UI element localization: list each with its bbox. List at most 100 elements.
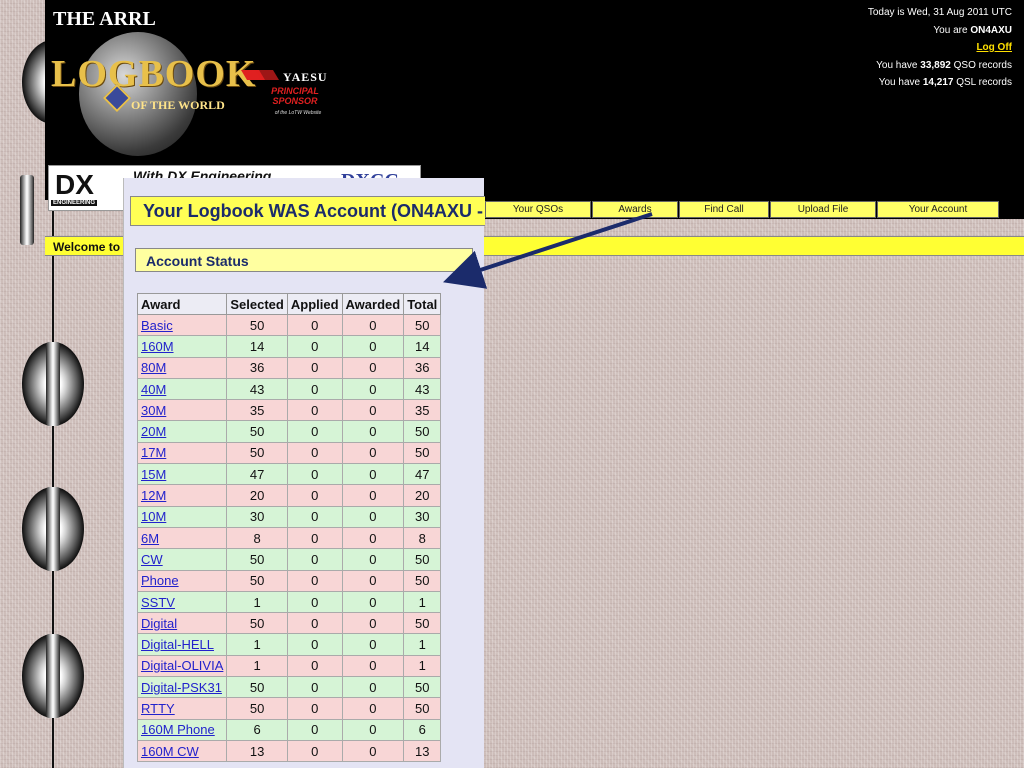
applied-cell: 0 (286, 633, 343, 656)
table-row: 160M CW 13 0 0 13 (136, 739, 442, 763)
applied-cell: 0 (286, 356, 343, 379)
awarded-cell: 0 (341, 505, 405, 528)
selected-cell: 43 (226, 377, 288, 401)
total-cell: 1 (403, 590, 442, 614)
award-cell: 6M (136, 526, 228, 550)
nav-item-awards[interactable]: Awards (592, 201, 678, 218)
selected-cell: 50 (226, 420, 288, 443)
total-cell: 35 (403, 399, 442, 422)
award-link[interactable]: RTTY (141, 701, 175, 716)
table-row: 10M 30 0 0 30 (136, 505, 442, 528)
award-link[interactable]: 17M (141, 445, 166, 460)
arrl-title: THE ARRL (53, 8, 156, 30)
award-link[interactable]: 40M (141, 382, 166, 397)
table-row: Digital 50 0 0 50 (136, 612, 442, 635)
award-cell: Digital-HELL (136, 633, 228, 656)
table-row: 15M 47 0 0 47 (136, 463, 442, 486)
awarded-cell: 0 (341, 569, 405, 592)
dx-engineering-logo: DX ENGINEERING (51, 169, 123, 207)
table-row: 17M 50 0 0 50 (136, 441, 442, 465)
award-link[interactable]: Digital-OLIVIA (141, 658, 223, 673)
award-link[interactable]: 160M (141, 339, 174, 354)
selected-cell: 50 (226, 569, 288, 592)
table-row: Basic 50 0 0 50 (136, 313, 442, 337)
selected-cell: 47 (226, 463, 288, 486)
award-cell: 80M (136, 356, 228, 379)
nav-item-upload-file[interactable]: Upload File (770, 201, 876, 218)
award-link[interactable]: Phone (141, 573, 179, 588)
applied-cell: 0 (286, 590, 343, 614)
award-cell: SSTV (136, 590, 228, 614)
award-link[interactable]: 12M (141, 488, 166, 503)
nav-item-your-qsos[interactable]: Your QSOs (485, 201, 591, 218)
yaesu-logo-icon (241, 70, 279, 80)
applied-cell: 0 (286, 377, 343, 401)
awarded-cell: 0 (341, 676, 405, 699)
award-link[interactable]: 20M (141, 424, 166, 439)
selected-cell: 8 (226, 526, 288, 550)
total-cell: 50 (403, 420, 442, 443)
awarded-cell: 0 (341, 484, 405, 507)
total-cell: 1 (403, 633, 442, 656)
logo-subtitle: OF THE WORLD (131, 98, 225, 112)
selected-cell: 50 (226, 612, 288, 635)
selected-cell: 50 (226, 441, 288, 465)
award-cell: 160M Phone (136, 718, 228, 741)
user-info: Today is Wed, 31 Aug 2011 UTC You are ON… (868, 4, 1012, 92)
table-row: 40M 43 0 0 43 (136, 377, 442, 401)
total-cell: 30 (403, 505, 442, 528)
binder-ring (20, 175, 34, 245)
applied-cell: 0 (286, 654, 343, 678)
applied-cell: 0 (286, 463, 343, 486)
awarded-cell: 0 (341, 633, 405, 656)
award-link[interactable]: 80M (141, 360, 166, 375)
applied-cell: 0 (286, 335, 343, 358)
award-cell: Digital-PSK31 (136, 676, 228, 699)
selected-cell: 1 (226, 633, 288, 656)
award-link[interactable]: 10M (141, 509, 166, 524)
award-link[interactable]: Digital-PSK31 (141, 680, 222, 695)
award-link[interactable]: Basic (141, 318, 173, 333)
table-row: 20M 50 0 0 50 (136, 420, 442, 443)
award-cell: Digital-OLIVIA (136, 654, 228, 678)
award-cell: 40M (136, 377, 228, 401)
applied-cell: 0 (286, 526, 343, 550)
total-cell: 36 (403, 356, 442, 379)
column-header-selected: Selected (226, 293, 288, 315)
award-link[interactable]: 6M (141, 531, 159, 546)
award-link[interactable]: 15M (141, 467, 166, 482)
award-cell: Phone (136, 569, 228, 592)
table-row: Phone 50 0 0 50 (136, 569, 442, 592)
awarded-cell: 0 (341, 463, 405, 486)
callsign-line: You are ON4AXU (933, 24, 1012, 36)
award-link[interactable]: 160M CW (141, 744, 199, 759)
sponsor-sub: of the LoTW Website (274, 110, 322, 116)
total-cell: 50 (403, 676, 442, 699)
selected-cell: 50 (226, 697, 288, 720)
applied-cell: 0 (286, 718, 343, 741)
selected-cell: 1 (226, 590, 288, 614)
total-cell: 8 (403, 526, 442, 550)
award-link[interactable]: Digital-HELL (141, 637, 214, 652)
awarded-cell: 0 (341, 377, 405, 401)
awarded-cell: 0 (341, 739, 405, 763)
award-link[interactable]: 30M (141, 403, 166, 418)
total-cell: 13 (403, 739, 442, 763)
award-link[interactable]: CW (141, 552, 163, 567)
binder-ring (22, 634, 84, 718)
award-link[interactable]: 160M Phone (141, 722, 215, 737)
dx-letters: DX (55, 169, 94, 200)
date-line: Today is Wed, 31 Aug 2011 UTC (867, 7, 1012, 18)
selected-cell: 1 (226, 654, 288, 678)
nav-item-find-call[interactable]: Find Call (679, 201, 769, 218)
awarded-cell: 0 (341, 718, 405, 741)
applied-cell: 0 (286, 505, 343, 528)
nav-item-your-account[interactable]: Your Account (877, 201, 999, 218)
awarded-cell: 0 (341, 313, 405, 337)
total-cell: 50 (403, 697, 442, 720)
award-link[interactable]: Digital (141, 616, 177, 631)
applied-cell: 0 (286, 739, 343, 763)
table-row: SSTV 1 0 0 1 (136, 590, 442, 614)
award-link[interactable]: SSTV (141, 595, 175, 610)
logoff-link[interactable]: Log Off (976, 42, 1012, 53)
